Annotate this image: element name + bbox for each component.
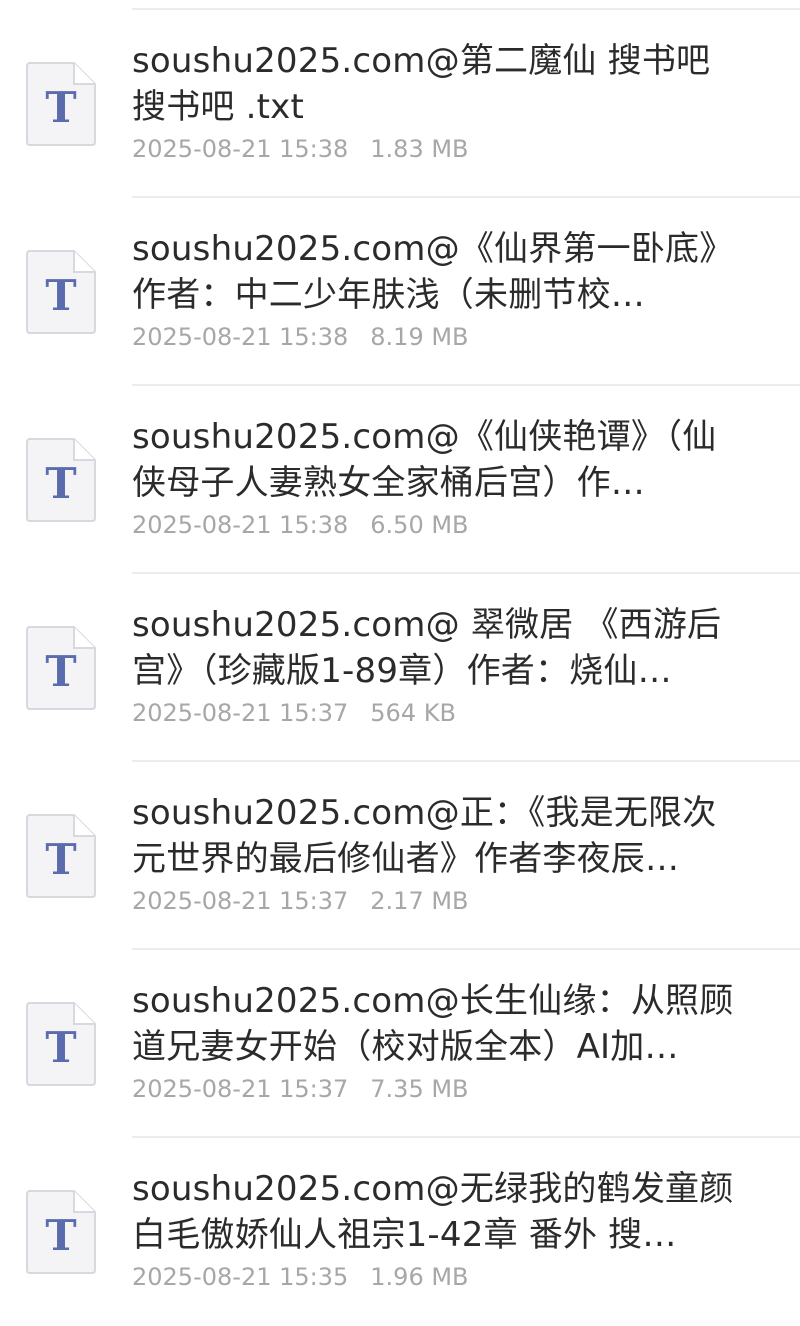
file-row[interactable]: T soushu2025.com@正：《我是无限次元世界的最后修仙者》作者李夜辰… (0, 762, 800, 950)
file-date: 2025-08-21 15:37 (132, 1075, 349, 1103)
file-name: soushu2025.com@第二魔仙 搜书吧 搜书吧 .txt (132, 41, 711, 127)
text-file-icon: T (26, 62, 96, 146)
file-type-letter: T (45, 459, 77, 508)
file-size: 2.17 MB (370, 887, 469, 915)
file-list: T soushu2025.com@第二魔仙 搜书吧 搜书吧 .txt 2025-… (0, 10, 800, 1326)
file-type-letter: T (45, 647, 77, 696)
file-name: soushu2025.com@ 翠微居 《西游后宫》（珍藏版1-89章）作者：烧… (132, 605, 722, 691)
file-row[interactable]: T soushu2025.com@ 翠微居 《西游后宫》（珍藏版1-89章）作者… (0, 574, 800, 762)
text-file-icon: T (26, 626, 96, 710)
file-meta: 2025-08-21 15:35 1.96 MB (132, 1262, 469, 1292)
text-file-icon: T (26, 814, 96, 898)
file-meta: 2025-08-21 15:38 1.83 MB (132, 134, 469, 164)
file-type-letter: T (45, 835, 77, 884)
file-meta: 2025-08-21 15:37 7.35 MB (132, 1074, 469, 1104)
file-type-letter: T (45, 83, 77, 132)
file-size: 7.35 MB (370, 1075, 469, 1103)
file-date: 2025-08-21 15:37 (132, 699, 349, 727)
file-type-letter: T (45, 1211, 77, 1260)
file-date: 2025-08-21 15:38 (132, 323, 349, 351)
file-meta: 2025-08-21 15:38 6.50 MB (132, 510, 469, 540)
file-meta: 2025-08-21 15:38 8.19 MB (132, 322, 469, 352)
file-size: 8.19 MB (370, 323, 469, 351)
file-type-letter: T (45, 271, 77, 320)
file-date: 2025-08-21 15:38 (132, 135, 349, 163)
text-file-icon: T (26, 438, 96, 522)
file-row[interactable]: T soushu2025.com@长生仙缘：从照顾道兄妻女开始（校对版全本）AI… (0, 950, 800, 1138)
file-size: 1.83 MB (370, 135, 469, 163)
file-type-letter: T (45, 1023, 77, 1072)
file-date: 2025-08-21 15:38 (132, 511, 349, 539)
text-file-icon: T (26, 250, 96, 334)
file-date: 2025-08-21 15:35 (132, 1263, 349, 1291)
file-name: soushu2025.com@《仙界第一卧底》作者：中二少年肤浅（未删节校… (132, 229, 734, 315)
file-name: soushu2025.com@长生仙缘：从照顾道兄妻女开始（校对版全本）AI加… (132, 981, 734, 1067)
file-row[interactable]: T soushu2025.com@第二魔仙 搜书吧 搜书吧 .txt 2025-… (0, 10, 800, 198)
file-name: soushu2025.com@《仙侠艳谭》（仙侠母子人妻熟女全家桶后宫）作… (132, 417, 717, 503)
file-size: 6.50 MB (370, 511, 469, 539)
file-meta: 2025-08-21 15:37 2.17 MB (132, 886, 469, 916)
file-name: soushu2025.com@无绿我的鹤发童颜白毛傲娇仙人祖宗1-42章 番外 … (132, 1169, 734, 1255)
file-row[interactable]: T soushu2025.com@《仙界第一卧底》作者：中二少年肤浅（未删节校…… (0, 198, 800, 386)
file-row[interactable]: T soushu2025.com@无绿我的鹤发童颜白毛傲娇仙人祖宗1-42章 番… (0, 1138, 800, 1326)
file-date: 2025-08-21 15:37 (132, 887, 349, 915)
file-name: soushu2025.com@正：《我是无限次元世界的最后修仙者》作者李夜辰… (132, 793, 717, 879)
file-meta: 2025-08-21 15:37 564 KB (132, 698, 456, 728)
file-size: 564 KB (370, 699, 456, 727)
file-row[interactable]: T soushu2025.com@《仙侠艳谭》（仙侠母子人妻熟女全家桶后宫）作…… (0, 386, 800, 574)
text-file-icon: T (26, 1190, 96, 1274)
text-file-icon: T (26, 1002, 96, 1086)
file-size: 1.96 MB (370, 1263, 469, 1291)
